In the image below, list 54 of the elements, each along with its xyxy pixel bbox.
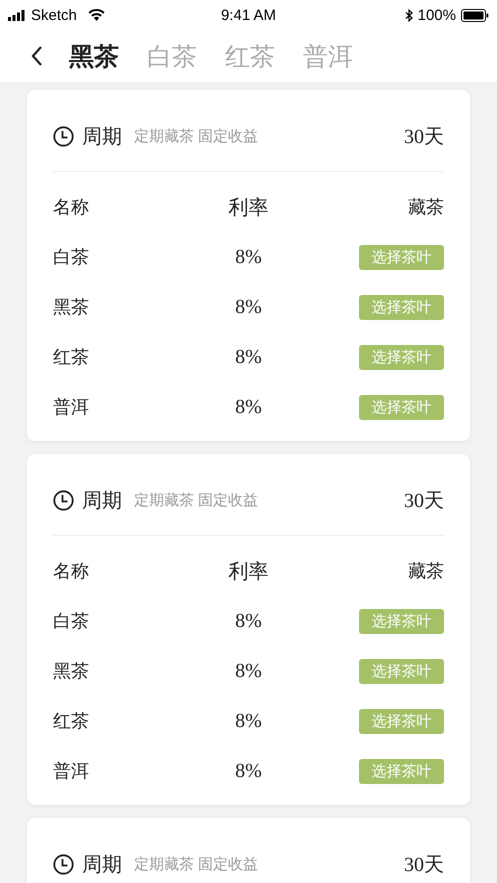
column-header: 藏茶 xyxy=(407,560,444,583)
period-title: 周期 xyxy=(82,488,122,514)
tab[interactable]: 普洱 xyxy=(303,40,353,72)
period-subtitle: 定期藏茶 固定收益 xyxy=(134,491,258,510)
wifi-icon xyxy=(88,9,105,21)
column-header: 利率 xyxy=(228,196,270,220)
select-tea-button[interactable]: 选择茶叶 xyxy=(359,394,444,420)
interest-rate: 8% xyxy=(234,760,263,782)
battery-percent: 100% xyxy=(418,6,456,24)
tea-name: 红茶 xyxy=(53,710,90,733)
column-header: 名称 xyxy=(53,196,90,219)
status-time: 9:41 AM xyxy=(220,6,276,24)
select-tea-button[interactable]: 选择茶叶 xyxy=(359,708,444,734)
tea-name: 普洱 xyxy=(53,760,90,783)
tab[interactable]: 红茶 xyxy=(225,40,275,72)
interest-rate: 8% xyxy=(234,610,263,632)
interest-rate: 8% xyxy=(234,346,263,368)
back-icon[interactable] xyxy=(31,45,43,67)
interest-rate: 8% xyxy=(234,396,263,418)
period-title: 周期 xyxy=(82,852,122,878)
tea-name: 白茶 xyxy=(53,246,90,269)
signal-icon xyxy=(8,10,26,20)
tea-name: 红茶 xyxy=(53,346,90,369)
period-duration: 30天 xyxy=(404,124,444,150)
interest-rate: 8% xyxy=(234,660,263,682)
period-title: 周期 xyxy=(82,124,122,150)
period-subtitle: 定期藏茶 固定收益 xyxy=(134,127,258,146)
tab[interactable]: 白茶 xyxy=(147,40,197,72)
period-duration: 30天 xyxy=(404,488,444,514)
bluetooth-icon xyxy=(404,8,413,22)
carrier-name: Sketch xyxy=(31,6,77,24)
tea-name: 白茶 xyxy=(53,610,90,633)
period-subtitle: 定期藏茶 固定收益 xyxy=(134,855,258,874)
select-tea-button[interactable]: 选择茶叶 xyxy=(359,758,444,784)
interest-rate: 8% xyxy=(234,246,263,268)
tea-name: 黑茶 xyxy=(53,296,90,319)
column-header: 藏茶 xyxy=(407,196,444,219)
column-header: 利率 xyxy=(228,560,270,584)
select-tea-button[interactable]: 选择茶叶 xyxy=(359,344,444,370)
clock-icon xyxy=(53,126,74,146)
clock-icon xyxy=(53,854,74,874)
tea-name: 黑茶 xyxy=(53,660,90,683)
interest-rate: 8% xyxy=(234,296,263,318)
select-tea-button[interactable]: 选择茶叶 xyxy=(359,294,444,320)
interest-rate: 8% xyxy=(234,710,263,732)
tab[interactable]: 黑茶 xyxy=(69,40,119,72)
battery-icon xyxy=(460,8,489,22)
tea-name: 普洱 xyxy=(53,396,90,419)
column-header: 名称 xyxy=(53,560,90,583)
clock-icon xyxy=(53,490,74,510)
period-duration: 30天 xyxy=(404,852,444,878)
select-tea-button[interactable]: 选择茶叶 xyxy=(359,244,444,270)
select-tea-button[interactable]: 选择茶叶 xyxy=(359,658,444,684)
select-tea-button[interactable]: 选择茶叶 xyxy=(359,608,444,634)
